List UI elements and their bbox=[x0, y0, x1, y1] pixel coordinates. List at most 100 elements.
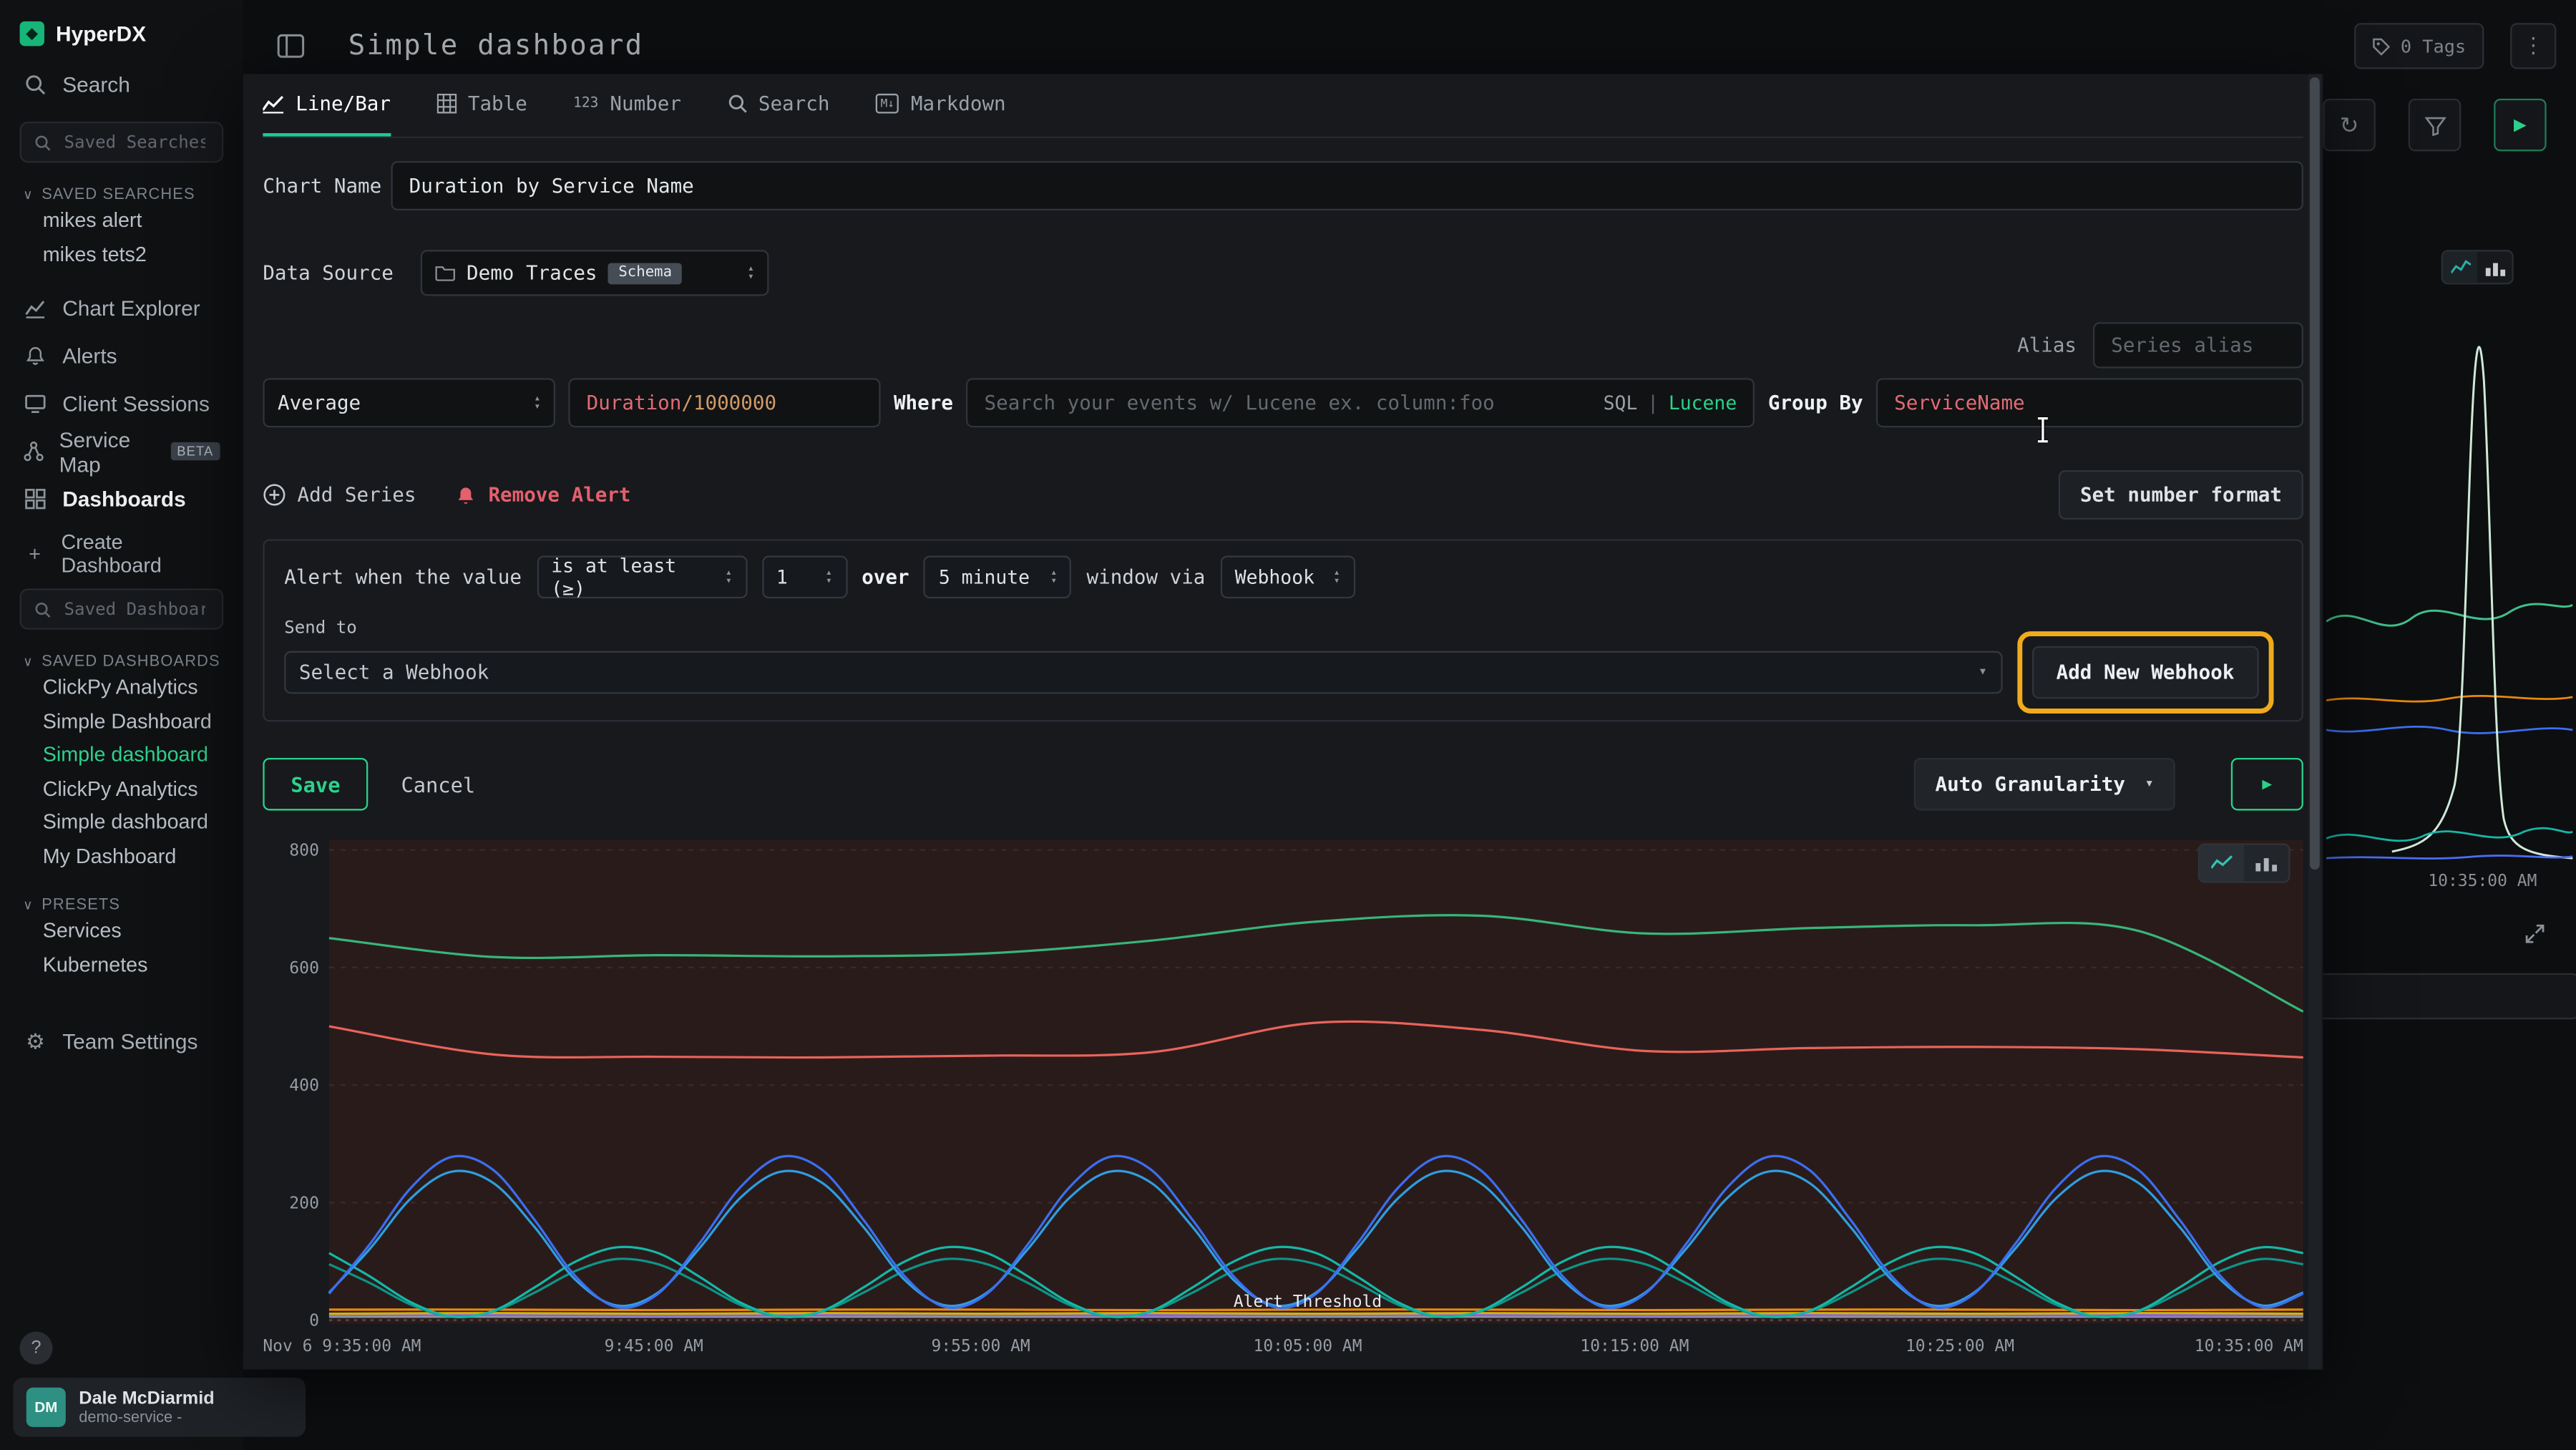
help-button[interactable]: ? bbox=[20, 1332, 53, 1365]
saved-dashboard-item[interactable]: My Dashboard bbox=[0, 840, 243, 873]
gear-icon: ⚙ bbox=[23, 1028, 47, 1055]
sidebar-item-client-sessions[interactable]: Client Sessions bbox=[0, 380, 243, 428]
alert-threshold-input[interactable]: 1 ▴▾ bbox=[761, 555, 847, 598]
saved-search-item[interactable]: mikes tets2 bbox=[0, 238, 243, 271]
avatar: DM bbox=[26, 1388, 66, 1427]
preset-item[interactable]: Services bbox=[0, 914, 243, 948]
chevron-updown-icon: ▴▾ bbox=[1050, 569, 1057, 585]
search-icon bbox=[727, 94, 747, 114]
saved-dashboard-item[interactable]: Simple Dashboard bbox=[0, 704, 243, 738]
chart-area: 0200400600800 Alert Threshold Nov 6 9:35… bbox=[263, 837, 2303, 1369]
tags-button[interactable]: 0 Tags bbox=[2355, 23, 2484, 69]
saved-dashboards-searchbox[interactable] bbox=[20, 588, 224, 629]
expand-icon[interactable] bbox=[2525, 924, 2545, 944]
save-button[interactable]: Save bbox=[263, 758, 368, 811]
remove-alert-button[interactable]: Remove Alert bbox=[456, 483, 631, 506]
add-new-webhook-button[interactable]: Add New Webhook bbox=[2031, 646, 2259, 699]
hyperdx-logo-icon: ◆ bbox=[20, 21, 44, 46]
service-map-icon bbox=[23, 441, 44, 462]
filter-button[interactable] bbox=[2409, 99, 2461, 152]
tab-number[interactable]: 123 Number bbox=[573, 74, 681, 136]
number-spinner[interactable]: ▴▾ bbox=[826, 569, 832, 585]
run-chart-button[interactable]: ▶ bbox=[2231, 758, 2303, 811]
series-flat-yellow bbox=[329, 1313, 2303, 1314]
sidebar-item-team-settings[interactable]: ⚙ Team Settings bbox=[0, 1018, 243, 1066]
plus-circle-icon bbox=[263, 483, 286, 506]
granularity-select[interactable]: Auto Granularity ▾ bbox=[1914, 758, 2175, 811]
saved-searches-input[interactable] bbox=[61, 131, 209, 154]
bar-chart-icon[interactable] bbox=[2477, 251, 2512, 283]
alert-condition-select[interactable]: is at least (≥) ▴▾ bbox=[537, 555, 747, 598]
tab-table[interactable]: Table bbox=[436, 74, 527, 136]
chevron-down-icon: ∨ bbox=[23, 654, 34, 669]
data-source-select[interactable]: Demo Traces Schema ▴▾ bbox=[421, 250, 769, 296]
alert-channel-select[interactable]: Webhook ▴▾ bbox=[1220, 555, 1355, 598]
alias-input[interactable] bbox=[2093, 322, 2303, 368]
saved-dashboard-item[interactable]: ClickPy Analytics bbox=[0, 772, 243, 805]
sidebar-item-service-map[interactable]: Service Map BETA bbox=[0, 427, 243, 475]
cancel-button[interactable]: Cancel bbox=[401, 772, 475, 796]
background-input-bar[interactable] bbox=[2316, 973, 2576, 1019]
scrollbar-thumb[interactable] bbox=[2310, 77, 2320, 870]
background-spike-chart bbox=[2326, 296, 2572, 871]
table-grid-icon bbox=[436, 94, 457, 114]
line-chart-icon[interactable] bbox=[2443, 251, 2477, 283]
svg-text:0: 0 bbox=[309, 1312, 319, 1330]
saved-dashboards-header[interactable]: ∨ SAVED DASHBOARDS bbox=[0, 653, 243, 671]
chart-type-toggle bbox=[2198, 843, 2290, 882]
aggregation-select[interactable]: Average ▴▾ bbox=[263, 378, 555, 427]
where-label: Where bbox=[894, 391, 953, 414]
page-title: Simple dashboard bbox=[348, 29, 644, 62]
kebab-menu-button[interactable]: ⋮ bbox=[2510, 23, 2556, 69]
sidebar-toggle-icon[interactable] bbox=[276, 31, 306, 61]
chevron-updown-icon: ▴▾ bbox=[1334, 569, 1340, 585]
chart-name-input[interactable] bbox=[391, 161, 2303, 210]
background-time-label: 10:35:00 AM bbox=[2428, 873, 2537, 891]
presets-header[interactable]: ∨ PRESETS bbox=[0, 896, 243, 914]
saved-searches-header[interactable]: ∨ SAVED SEARCHES bbox=[0, 186, 243, 204]
line-chart-icon bbox=[263, 94, 284, 112]
saved-dashboard-item[interactable]: Simple dashboard bbox=[0, 806, 243, 840]
user-card[interactable]: DM Dale McDiarmid demo-service - bbox=[13, 1378, 306, 1437]
tab-line-bar[interactable]: Line/Bar bbox=[263, 74, 391, 136]
markdown-icon: M↓ bbox=[876, 94, 899, 114]
svg-text:800: 800 bbox=[289, 842, 319, 860]
run-query-button[interactable]: ▶ bbox=[2494, 99, 2546, 152]
lucene-toggle[interactable]: Lucene bbox=[1669, 391, 1737, 414]
sidebar-item-dashboards[interactable]: Dashboards bbox=[0, 475, 243, 523]
app-root: Simple dashboard 0 Tags ⋮ ↻ ▶ 10:35:00 A… bbox=[0, 0, 2576, 1450]
saved-dashboard-item[interactable]: ClickPy Analytics bbox=[0, 671, 243, 704]
query-language-toggle[interactable]: SQL | Lucene bbox=[1604, 391, 1737, 414]
tab-markdown[interactable]: M↓ Markdown bbox=[876, 74, 1006, 136]
number-123-icon: 123 bbox=[573, 95, 598, 112]
saved-search-item[interactable]: mikes alert bbox=[0, 204, 243, 238]
bell-icon bbox=[456, 484, 477, 505]
preset-item[interactable]: Kubernetes bbox=[0, 948, 243, 981]
modal-scrollbar[interactable] bbox=[2308, 74, 2321, 1369]
window-via-label: window via bbox=[1087, 565, 1206, 588]
field-expression-input[interactable]: Duration/1000000 bbox=[568, 378, 880, 427]
saved-dashboards-input[interactable] bbox=[61, 598, 209, 621]
group-by-input[interactable]: ServiceName bbox=[1876, 378, 2303, 427]
sidebar-item-search[interactable]: Search bbox=[0, 61, 243, 109]
refresh-button[interactable]: ↻ bbox=[2323, 99, 2375, 152]
search-icon bbox=[34, 601, 51, 618]
set-number-format-button[interactable]: Set number format bbox=[2059, 470, 2303, 520]
tab-search[interactable]: Search bbox=[727, 74, 829, 136]
add-series-button[interactable]: Add Series bbox=[263, 483, 416, 506]
timeseries-plot[interactable]: 0200400600800 bbox=[263, 837, 2303, 1330]
webhook-select[interactable]: Select a Webhook ▾ bbox=[284, 651, 2002, 694]
line-chart-icon[interactable] bbox=[2200, 845, 2244, 882]
bar-chart-icon[interactable] bbox=[2244, 845, 2288, 882]
alert-window-select[interactable]: 5 minute ▴▾ bbox=[924, 555, 1072, 598]
background-chart-type-toggle bbox=[2441, 250, 2514, 284]
sql-toggle[interactable]: SQL bbox=[1604, 391, 1638, 414]
brand[interactable]: ◆ HyperDX bbox=[0, 0, 243, 61]
saved-searches-searchbox[interactable] bbox=[20, 122, 224, 162]
sidebar-item-chart-explorer[interactable]: Chart Explorer bbox=[0, 284, 243, 332]
where-search-input[interactable]: Search your events w/ Lucene ex. column:… bbox=[966, 378, 1755, 427]
create-dashboard-button[interactable]: + Create Dashboard bbox=[0, 532, 243, 575]
saved-dashboard-item-active[interactable]: Simple dashboard bbox=[0, 738, 243, 772]
svg-text:400: 400 bbox=[289, 1076, 319, 1095]
sidebar-item-alerts[interactable]: Alerts bbox=[0, 332, 243, 380]
